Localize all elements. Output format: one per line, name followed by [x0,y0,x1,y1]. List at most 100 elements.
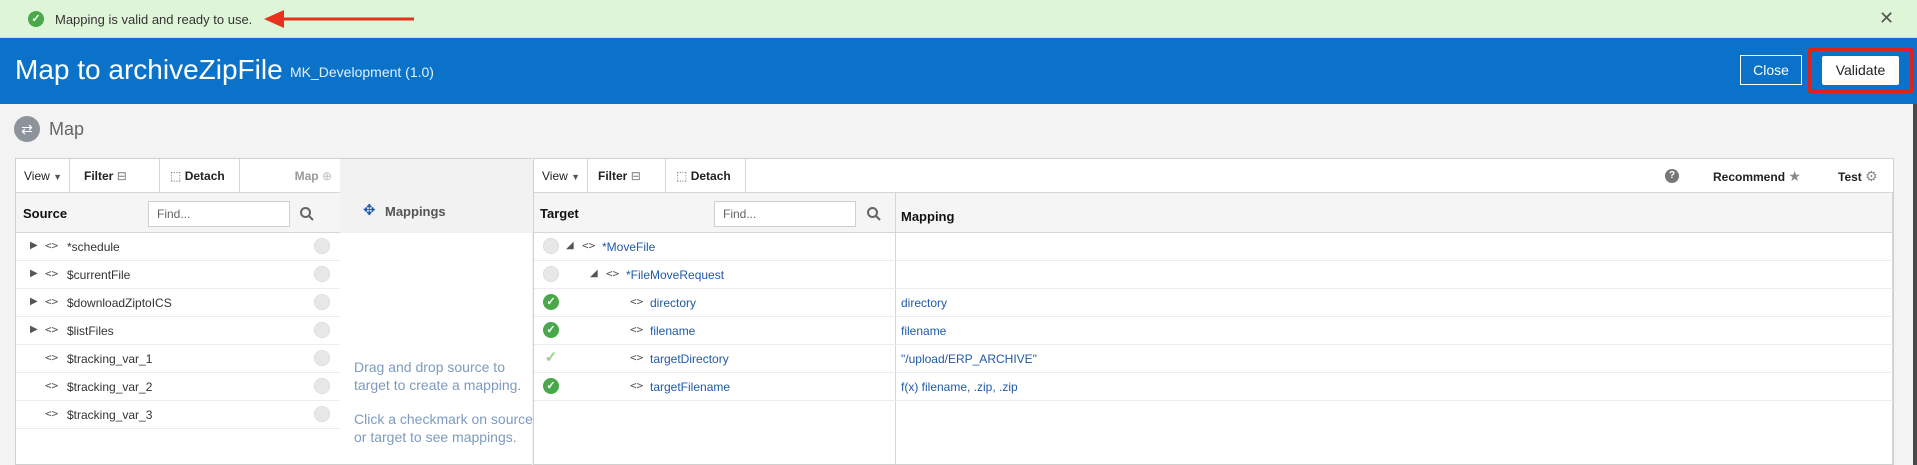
target-panel: View ▼ Filter ⊟ ⬚ Detach ? Recommend ★ T… [533,158,1894,465]
target-header-label: Target [540,206,579,221]
expand-icon[interactable]: ▶ [30,240,38,251]
mapped-check-icon[interactable]: ✓ [543,294,559,310]
detach-label: Detach [690,169,731,183]
expand-icon[interactable]: ▶ [30,324,38,335]
unmapped-status-icon[interactable] [543,266,559,282]
page-title: Map to archiveZipFile [15,54,283,85]
filter-label: Filter [598,169,628,183]
mapping-expression[interactable]: filename [901,324,946,338]
target-element-name: *FileMoveRequest [626,268,725,282]
source-tree-row[interactable]: <> $tracking_var_1 [16,345,340,373]
element-icon: <> [45,239,59,252]
target-detach-button[interactable]: ⬚ Detach [666,159,746,193]
element-icon: <> [45,295,59,308]
element-icon: <> [582,239,596,252]
mapping-status-icon[interactable] [314,350,330,366]
source-element-name: $tracking_var_3 [67,408,153,422]
target-tree-row[interactable]: ✓ <> targetFilename f(x) filename, .zip, .z… [534,373,1893,401]
validate-button[interactable]: Validate [1822,56,1899,85]
source-tree-row[interactable]: ▶ <> *schedule [16,233,340,261]
mapping-expression[interactable]: directory [901,296,947,310]
source-view-menu[interactable]: View ▼ [16,159,70,193]
mapping-expression[interactable]: f(x) filename, .zip, .zip [901,380,1018,394]
chevron-down-icon: ▼ [571,172,581,182]
search-icon[interactable] [299,206,315,222]
checkmark-hint: Click a checkmark on source or target to… [354,411,533,445]
target-tree-row[interactable]: ✓ <> filename filename [534,317,1893,345]
test-button[interactable]: Test ⚙ [1830,159,1886,193]
mappings-panel: ✥ Mappings Drag and drop source to targe… [340,158,533,465]
mapped-check-icon[interactable]: ✓ [543,322,559,338]
page-header: Map to archiveZipFile MK_Development (1.… [0,38,1917,104]
target-tree-row[interactable]: ✓ <> directory directory [534,289,1893,317]
check-circle-icon: ✓ [28,11,44,27]
source-tree-row[interactable]: <> $tracking_var_3 [16,401,340,429]
source-tree-row[interactable]: ▶ <> $listFiles [16,317,340,345]
mapped-check-icon[interactable]: ✓ [543,378,559,394]
map-button[interactable]: Map ⊕ [240,159,340,193]
star-icon: ★ [1788,168,1801,184]
source-header-label: Source [23,206,68,221]
mappings-icon: ✥ [363,202,376,219]
help-icon[interactable]: ? [1665,169,1679,183]
drag-drop-hint: Drag and drop source to target to create… [354,359,522,393]
map-icon: ⇄ [14,116,40,142]
source-tree-row[interactable]: <> $tracking_var_2 [16,373,340,401]
source-tree-row[interactable]: ▶ <> $currentFile [16,261,340,289]
source-element-name: $listFiles [67,324,114,338]
collapse-icon[interactable]: ◢ [566,240,574,251]
partial-check-icon[interactable]: ✓ [543,350,559,366]
target-element-name: filename [650,324,696,338]
expand-icon[interactable]: ▶ [30,296,38,307]
source-search-input[interactable] [148,201,290,227]
mapping-status-icon[interactable] [314,266,330,282]
target-tree-row[interactable]: ✓ <> targetDirectory "/upload/ERP_ARCHIVE" [534,345,1893,373]
source-tree-row[interactable]: ▶ <> $downloadZiptoICS [16,289,340,317]
mapping-status-icon[interactable] [314,294,330,310]
recommend-label: Recommend [1713,170,1786,184]
source-toolbar: View ▼ Filter ⊟ ⬚ Detach Map ⊕ [16,159,340,193]
add-map-icon: ⊕ [321,169,332,183]
target-toolbar: View ▼ Filter ⊟ ⬚ Detach ? Recommend ★ T… [534,159,1893,193]
target-element-name: targetFilename [650,380,731,394]
annotation-arrow-icon [264,10,414,28]
view-label: View [542,169,568,183]
unmapped-status-icon[interactable] [543,238,559,254]
target-filter-button[interactable]: Filter ⊟ [588,159,666,193]
target-view-menu[interactable]: View ▼ [534,159,588,193]
close-notification-icon[interactable]: ✕ [1879,8,1894,29]
target-search-input[interactable] [714,201,856,227]
mappings-header: ✥ Mappings [340,159,532,233]
target-tree-row[interactable]: ◢ <> *FileMoveRequest [534,261,1893,289]
element-icon: <> [606,267,620,280]
recommend-button[interactable]: Recommend ★ [1705,159,1809,193]
mapping-expression[interactable]: "/upload/ERP_ARCHIVE" [901,352,1037,366]
collapse-icon[interactable]: ◢ [590,268,598,279]
mapping-status-icon[interactable] [314,378,330,394]
source-element-name: $tracking_var_2 [67,380,153,394]
gear-icon: ⚙ [1865,168,1878,184]
element-icon: <> [45,323,59,336]
target-element-name: *MoveFile [602,240,656,254]
element-icon: <> [45,267,59,280]
target-tree-row[interactable]: ◢ <> *MoveFile [534,233,1893,261]
target-element-name: directory [650,296,697,310]
mappings-title: Mappings [385,204,446,219]
expand-icon[interactable]: ▶ [30,268,38,279]
search-icon[interactable] [866,206,882,222]
integration-version: MK_Development (1.0) [290,64,434,80]
element-icon: <> [630,295,644,308]
element-icon: <> [630,323,644,336]
element-icon: <> [630,351,644,364]
mapping-status-icon[interactable] [314,406,330,422]
source-filter-button[interactable]: Filter ⊟ [70,159,160,193]
source-detach-button[interactable]: ⬚ Detach [160,159,240,193]
mapping-status-icon[interactable] [314,238,330,254]
element-icon: <> [630,379,644,392]
mapping-status-icon[interactable] [314,322,330,338]
source-element-name: $tracking_var_1 [67,352,153,366]
notification-message: Mapping is valid and ready to use. [55,12,253,27]
view-label: View [24,169,50,183]
target-header: Target Mapping [534,193,1893,233]
close-button[interactable]: Close [1740,55,1802,85]
